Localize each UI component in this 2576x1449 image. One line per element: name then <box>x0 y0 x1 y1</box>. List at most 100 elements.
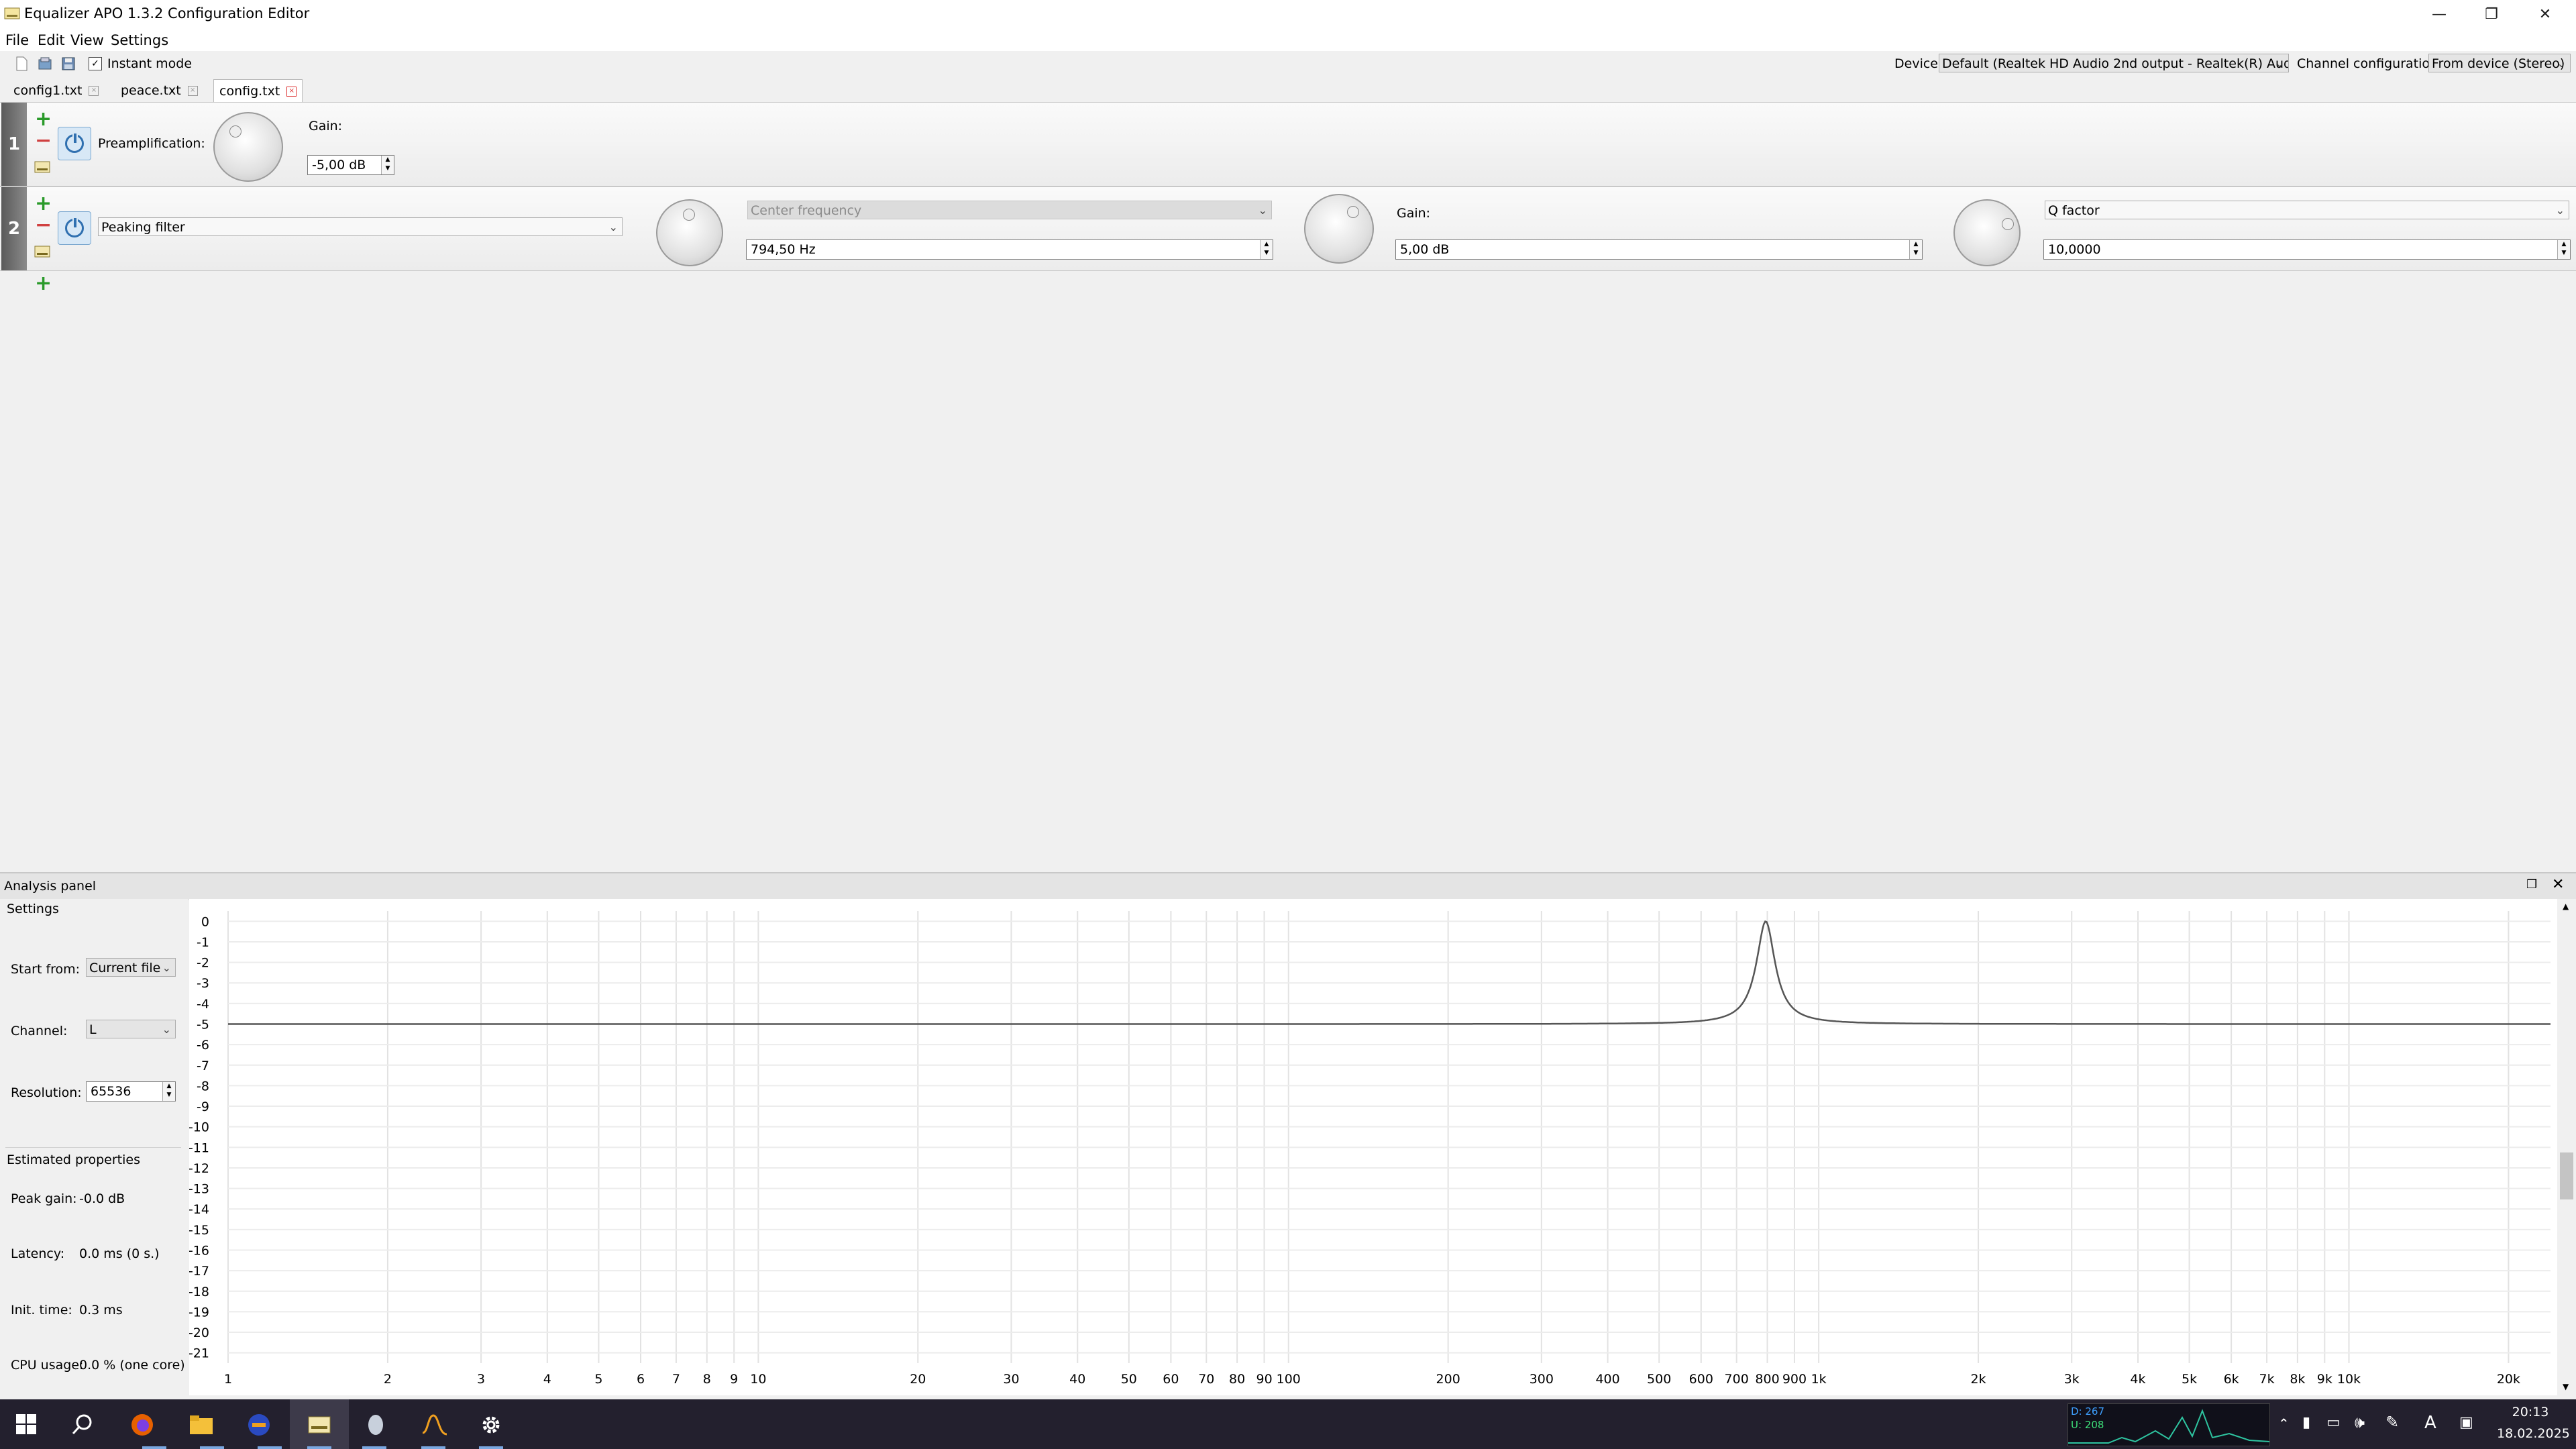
equalizer-apo-icon[interactable] <box>307 1414 331 1436</box>
filter-row-peaking: 2 + − Peaking filter ⌄ Center frequency ⌄ … <box>0 186 2576 271</box>
usb-device-icon[interactable]: ▮ <box>2302 1414 2310 1431</box>
close-panel-icon[interactable]: ✕ <box>2552 876 2564 893</box>
instant-mode-label: Instant mode <box>107 56 193 71</box>
preamp-gain-input[interactable]: -5,00 dB ▲ ▼ <box>307 155 394 175</box>
restore-button[interactable]: ❐ <box>2461 0 2522 28</box>
x-tick-label: 80 <box>1229 1372 1245 1387</box>
clock-time[interactable]: 20:13 <box>2497 1405 2564 1419</box>
add-filter-icon[interactable]: + <box>35 194 52 214</box>
q-factor-input[interactable]: 10,0000 ▲ ▼ <box>2043 239 2571 260</box>
preamp-gain-knob[interactable] <box>213 112 283 182</box>
spin-arrows-icon[interactable]: ▲ ▼ <box>2557 240 2570 259</box>
media-app-icon[interactable] <box>247 1413 271 1437</box>
x-tick-label: 8 <box>703 1372 711 1387</box>
float-panel-icon[interactable]: ❐ <box>2526 877 2537 892</box>
x-tick-label: 1 <box>224 1372 232 1387</box>
power-toggle-button[interactable] <box>58 211 91 245</box>
firefox-icon[interactable] <box>130 1413 154 1437</box>
q-mode-select[interactable]: Q factor ⌄ <box>2045 201 2569 219</box>
clock-date[interactable]: 18.02.2025 <box>2497 1426 2570 1441</box>
channel-select[interactable]: L ⌄ <box>86 1020 176 1038</box>
menu-edit[interactable]: Edit <box>38 32 65 48</box>
frequency-response-chart: 1 2 3 4 5 6 7 8 9 10 20 30 40 50 60 70 80 90 100 200 300 400 5… <box>189 911 2551 1387</box>
x-tick-label: 3 <box>477 1372 485 1387</box>
save-file-icon[interactable] <box>60 56 76 72</box>
menu-file[interactable]: File <box>5 32 29 48</box>
y-tick-label: -9 <box>197 1099 209 1114</box>
search-icon[interactable] <box>71 1413 94 1436</box>
frequency-knob[interactable] <box>656 199 723 266</box>
filter-row-number: 1 <box>1 103 27 186</box>
close-tab-icon[interactable]: × <box>187 86 198 96</box>
y-tick-label: -11 <box>189 1140 209 1155</box>
toolbar: ✓ Instant mode Device: Default (Realtek … <box>0 51 2576 77</box>
file-explorer-icon[interactable] <box>189 1414 213 1436</box>
settings-gear-icon[interactable] <box>479 1413 503 1437</box>
x-tick-label: 9k <box>2317 1372 2332 1387</box>
filter-type-select[interactable]: Peaking filter ⌄ <box>98 217 623 236</box>
scroll-down-icon[interactable]: ▼ <box>2563 1382 2569 1391</box>
waveform-app-icon[interactable] <box>421 1413 448 1437</box>
gain-knob[interactable] <box>1304 194 1374 264</box>
tab-peace[interactable]: peace.txt × <box>115 79 203 103</box>
network-meter[interactable]: D: 267 U: 208 <box>2068 1403 2270 1446</box>
peak-gain-label: Peak gain: <box>11 1191 77 1206</box>
open-file-icon[interactable] <box>37 56 53 72</box>
pen-icon[interactable]: ✎ <box>2385 1413 2399 1432</box>
frequency-input[interactable]: 794,50 Hz ▲ ▼ <box>746 239 1273 260</box>
frequency-response-plot[interactable]: 1 2 3 4 5 6 7 8 9 10 20 30 40 50 60 70 80 90 100 200 300 400 5… <box>189 899 2557 1395</box>
edit-filter-icon[interactable] <box>34 242 52 260</box>
network-icon[interactable]: ▭ <box>2326 1414 2341 1431</box>
tray-chevron-icon[interactable]: ⌃ <box>2278 1415 2290 1432</box>
x-tick-label: 3k <box>2064 1372 2080 1387</box>
y-tick-label: -7 <box>197 1059 209 1073</box>
edit-filter-icon[interactable] <box>34 158 52 175</box>
y-tick-label: -20 <box>189 1326 209 1340</box>
latency-value: 0.0 ms (0 s.) <box>79 1246 160 1261</box>
x-tick-label: 100 <box>1277 1372 1301 1387</box>
x-tick-label: 30 <box>1003 1372 1019 1387</box>
x-tick-label: 400 <box>1595 1372 1619 1387</box>
close-tab-icon[interactable]: × <box>89 86 99 96</box>
generic-app-icon[interactable] <box>365 1413 386 1437</box>
tab-config1[interactable]: config1.txt × <box>8 79 104 103</box>
add-filter-icon[interactable]: + <box>35 109 52 129</box>
gain-input[interactable]: 5,00 dB ▲ ▼ <box>1395 239 1923 260</box>
device-select[interactable]: Default (Realtek HD Audio 2nd output - R… <box>1939 54 2289 72</box>
power-toggle-button[interactable] <box>58 127 91 160</box>
remove-filter-icon[interactable]: − <box>35 131 52 151</box>
add-filter-end-icon[interactable]: + <box>35 274 52 294</box>
windows-start-icon[interactable] <box>16 1414 36 1434</box>
plot-vertical-scrollbar[interactable]: ▲ ▼ <box>2557 899 2576 1395</box>
spin-arrows-icon[interactable]: ▲ ▼ <box>1260 240 1273 259</box>
y-tick-label: -19 <box>189 1305 209 1320</box>
scrollbar-thumb[interactable] <box>2560 1152 2573 1199</box>
x-tick-label: 7k <box>2259 1372 2275 1387</box>
start-from-select[interactable]: Current file ⌄ <box>86 958 176 977</box>
x-tick-label: 8k <box>2290 1372 2305 1387</box>
estimated-properties-heading: Estimated properties <box>7 1152 140 1167</box>
close-window-button[interactable]: ✕ <box>2514 0 2576 28</box>
new-file-icon[interactable] <box>13 56 30 72</box>
x-tick-label: 7 <box>672 1372 680 1387</box>
x-tick-label: 700 <box>1725 1372 1749 1387</box>
volume-icon[interactable]: 🕪 <box>2355 1413 2365 1432</box>
net-down-text: D: 267 <box>2071 1405 2105 1417</box>
spin-arrows-icon[interactable]: ▲ ▼ <box>381 156 394 174</box>
resolution-input[interactable]: 65536 ▲ ▼ <box>86 1081 176 1102</box>
close-tab-icon[interactable]: × <box>286 87 297 97</box>
input-language-indicator[interactable]: A <box>2424 1413 2436 1433</box>
notification-icon[interactable]: ▣ <box>2459 1414 2473 1431</box>
scroll-up-icon[interactable]: ▲ <box>2563 902 2569 911</box>
instant-mode-checkbox[interactable]: ✓ <box>89 57 102 70</box>
spin-arrows-icon[interactable]: ▲ ▼ <box>162 1082 175 1101</box>
gain-label: Gain: <box>1397 206 1431 221</box>
spin-arrows-icon[interactable]: ▲ ▼ <box>1909 240 1922 259</box>
remove-filter-icon[interactable]: − <box>35 215 52 235</box>
running-indicator <box>479 1446 503 1449</box>
channel-config-select[interactable]: From device (Stereo) ⌄ <box>2428 54 2571 72</box>
tab-config[interactable]: config.txt × <box>213 79 303 103</box>
q-factor-knob[interactable] <box>1953 199 2021 266</box>
menu-view[interactable]: View <box>70 32 104 48</box>
menu-settings[interactable]: Settings <box>111 32 168 48</box>
